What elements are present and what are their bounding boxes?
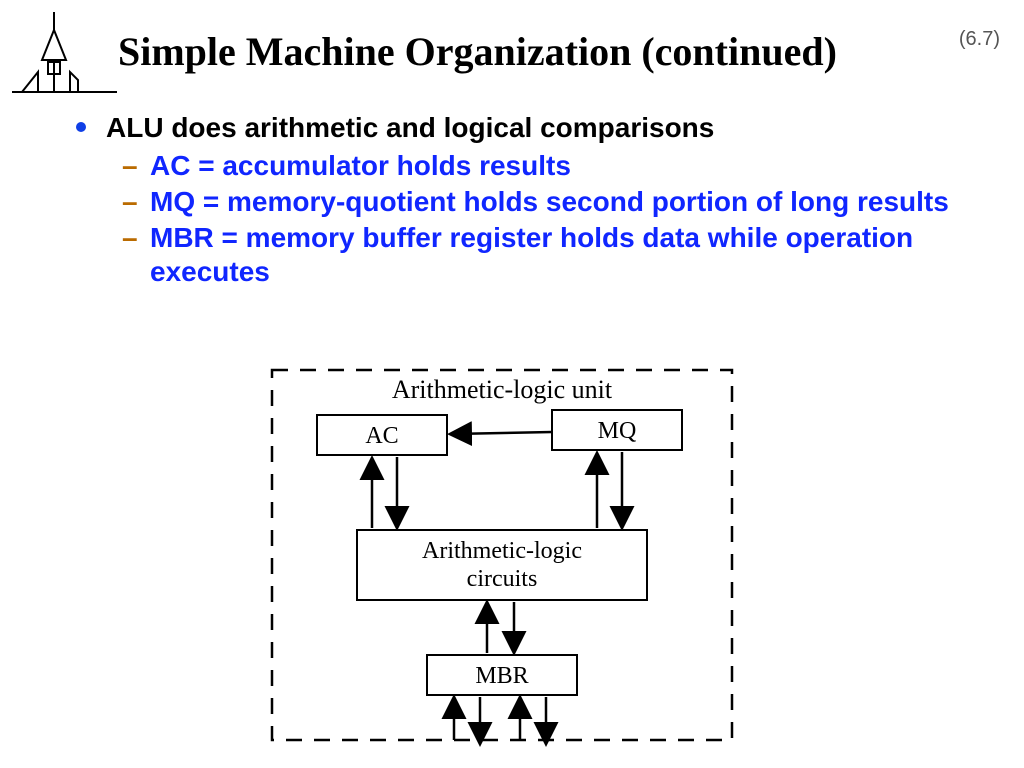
- diagram-caption: Arithmetic-logic unit: [392, 375, 613, 404]
- circuits-box-label-line2: circuits: [467, 566, 538, 592]
- ac-box-label: AC: [365, 423, 398, 449]
- bullet-level-2: AC = accumulator holds results: [70, 149, 984, 183]
- alu-diagram: Arithmetic-logic unit AC MQ Arithmetic-l…: [262, 360, 742, 750]
- bullet-level-2: MQ = memory-quotient holds second portio…: [70, 185, 984, 219]
- slide-title: Simple Machine Organization (continued): [118, 28, 837, 75]
- mq-box-label: MQ: [598, 418, 637, 444]
- slide: (6.7) Simple Machine Organization (conti…: [0, 0, 1024, 768]
- circuits-box-label-line1: Arithmetic-logic: [422, 538, 582, 564]
- bullet-level-2: MBR = memory buffer register holds data …: [70, 221, 984, 289]
- content-area: ALU does arithmetic and logical comparis…: [70, 110, 984, 292]
- mbr-box-label: MBR: [475, 663, 528, 689]
- church-logo-icon: [12, 12, 117, 97]
- bullet-level-1: ALU does arithmetic and logical comparis…: [70, 110, 984, 145]
- page-number: (6.7): [959, 28, 1000, 51]
